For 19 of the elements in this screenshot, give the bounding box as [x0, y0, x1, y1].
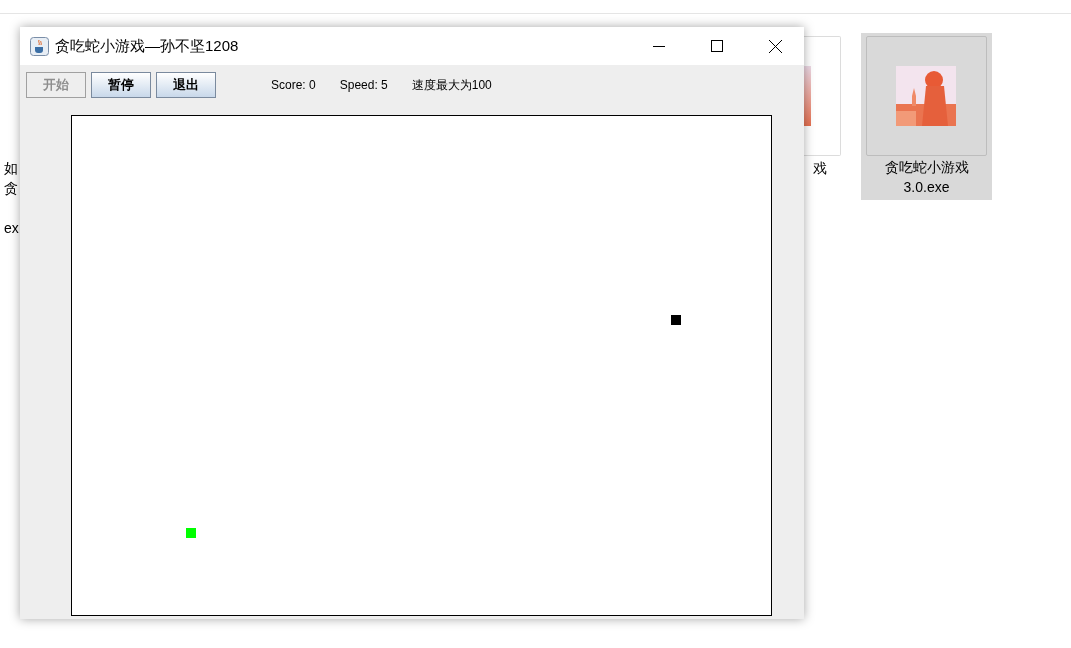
- file-name[interactable]: 3.0.exe: [861, 177, 992, 197]
- file-name[interactable]: 戏: [813, 158, 827, 178]
- toolbar-button[interactable]: 暂停: [91, 72, 151, 98]
- maximize-icon: [711, 40, 723, 52]
- window-title: 贪吃蛇小游戏—孙不坚1208: [55, 35, 239, 56]
- file-name[interactable]: 贪吃蛇小游戏: [861, 157, 992, 177]
- file-name[interactable]: 如: [4, 158, 18, 178]
- snake-segment: [186, 528, 196, 538]
- file-thumbnail[interactable]: [804, 36, 841, 156]
- toolbar-button[interactable]: 退出: [156, 72, 216, 98]
- food-square: [671, 315, 681, 325]
- file-name[interactable]: 贪: [4, 178, 18, 198]
- status-label: Score: 0: [271, 77, 316, 94]
- close-icon: [768, 39, 782, 53]
- minimize-icon: [653, 45, 665, 47]
- status-label: 速度最大为100: [411, 77, 492, 94]
- status-label: Speed: 5: [339, 77, 388, 94]
- cup-icon: [30, 36, 49, 56]
- file-name[interactable]: ex: [4, 218, 19, 238]
